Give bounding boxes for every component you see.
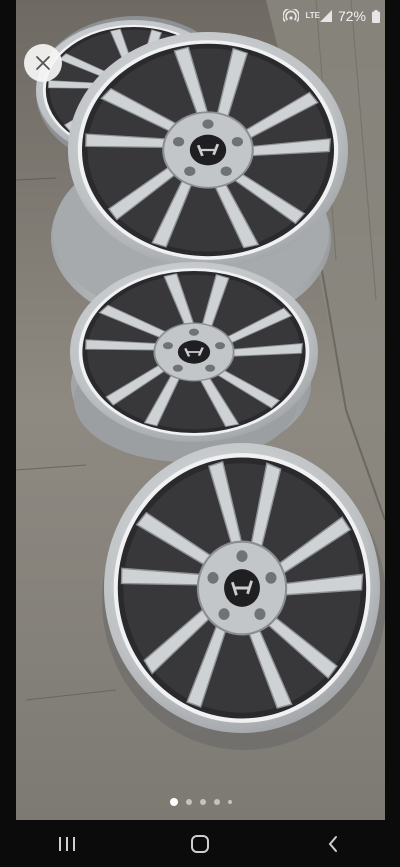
page-dot-3[interactable]	[199, 799, 206, 805]
page-indicator	[16, 798, 385, 806]
hotspot-icon	[283, 9, 300, 23]
wheel-photo	[16, 0, 385, 820]
home-button[interactable]	[160, 820, 240, 867]
status-bar: LTE 72%	[0, 0, 400, 32]
home-icon	[190, 834, 209, 853]
system-nav-bar	[0, 820, 400, 867]
recents-icon	[58, 836, 75, 851]
page-dot-1[interactable]	[169, 798, 178, 806]
close-button[interactable]	[24, 44, 62, 82]
battery-percent: 72%	[337, 8, 366, 24]
page-dot-5[interactable]	[227, 800, 232, 804]
battery-icon	[372, 9, 380, 23]
page-dot-4[interactable]	[213, 799, 220, 805]
photo-viewer[interactable]	[16, 0, 385, 820]
back-button[interactable]	[293, 820, 373, 867]
lte-signal-icon: LTE	[305, 10, 332, 22]
recents-button[interactable]	[27, 820, 107, 867]
network-type-label: LTE	[305, 11, 320, 20]
page-dot-2[interactable]	[185, 799, 192, 805]
close-icon	[36, 56, 50, 70]
back-icon	[328, 835, 338, 852]
